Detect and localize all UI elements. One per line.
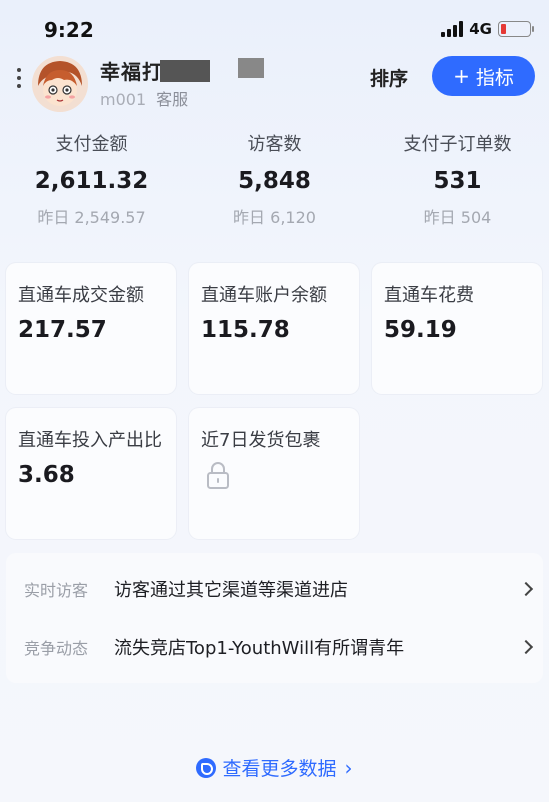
role-label: 客服 xyxy=(156,90,189,109)
card-label: 近7日发货包裹 xyxy=(201,430,321,451)
status-time: 9:22 xyxy=(44,18,94,42)
card-label: 直通车成交金额 xyxy=(18,285,144,306)
stat-value: 5,848 xyxy=(238,168,311,194)
stat-label: 支付金额 xyxy=(55,134,128,155)
stat-sub-orders[interactable]: 支付子订单数 531 昨日 504 xyxy=(366,130,549,240)
stat-label: 访客数 xyxy=(247,134,302,155)
data-icon xyxy=(196,757,217,778)
plus-icon: + xyxy=(453,64,470,88)
card-value: 217.57 xyxy=(18,317,107,343)
metric-card-ztc-gmv[interactable]: 直通车成交金额 217.57 xyxy=(6,263,176,394)
stat-previous: 昨日 6,120 xyxy=(233,208,316,227)
metric-card-ztc-roi[interactable]: 直通车投入产出比 3.68 xyxy=(6,408,176,539)
info-row-realtime-visitors[interactable]: 实时访客 访客通过其它渠道等渠道进店 xyxy=(6,560,543,618)
top-stats: 支付金额 2,611.32 昨日 2,549.57 访客数 5,848 昨日 6… xyxy=(0,130,549,240)
avatar[interactable] xyxy=(32,56,88,112)
redaction-block xyxy=(238,58,264,78)
status-indicators: 4G xyxy=(441,20,534,38)
card-value: 3.68 xyxy=(18,462,75,488)
metric-card-ztc-cost[interactable]: 直通车花费 59.19 xyxy=(372,263,542,394)
redaction-block xyxy=(160,60,210,82)
signal-icon xyxy=(441,21,464,37)
more-options-icon[interactable] xyxy=(15,68,23,88)
add-metric-label: 指标 xyxy=(475,66,514,89)
card-value: 115.78 xyxy=(201,317,290,343)
add-metric-button[interactable]: + 指标 xyxy=(432,56,535,96)
stat-previous: 昨日 2,549.57 xyxy=(37,208,146,227)
chevron-right-icon xyxy=(518,639,534,655)
stat-payment-amount[interactable]: 支付金额 2,611.32 昨日 2,549.57 xyxy=(0,130,183,240)
stat-value: 2,611.32 xyxy=(34,168,149,194)
card-label: 直通车投入产出比 xyxy=(18,430,162,451)
metric-card-ztc-balance[interactable]: 直通车账户余额 115.78 xyxy=(189,263,359,394)
info-text: 访客通过其它渠道等渠道进店 xyxy=(114,580,348,601)
shop-subtitle: m001 客服 xyxy=(100,86,188,110)
account-id: m001 xyxy=(100,90,147,109)
chevron-right-icon xyxy=(518,581,534,597)
info-panel: 实时访客 访客通过其它渠道等渠道进店 竞争动态 流失竞店Top1-YouthWi… xyxy=(6,553,543,683)
metric-card-shipped-packages[interactable]: 近7日发货包裹 xyxy=(189,408,359,539)
more-data-link[interactable]: 查看更多数据 › xyxy=(0,754,549,781)
network-type: 4G xyxy=(469,20,492,38)
stat-visitors[interactable]: 访客数 5,848 昨日 6,120 xyxy=(183,130,366,240)
more-data-label: 查看更多数据 xyxy=(222,758,337,780)
stat-value: 531 xyxy=(433,168,482,194)
stat-label: 支付子订单数 xyxy=(403,134,512,155)
info-text: 流失竞店Top1-YouthWill有所谓青年 xyxy=(114,638,405,659)
card-value: 59.19 xyxy=(384,317,457,343)
status-bar: 9:22 4G xyxy=(0,0,549,58)
info-tag: 竞争动态 xyxy=(24,639,89,658)
card-label: 直通车账户余额 xyxy=(201,285,327,306)
chevron-right-icon: › xyxy=(344,755,353,780)
lock-icon xyxy=(207,462,229,489)
sort-button[interactable]: 排序 xyxy=(370,64,408,91)
battery-icon xyxy=(498,21,534,37)
card-label: 直通车花费 xyxy=(384,285,474,306)
shop-header: 幸福打 m001 客服 排序 + 指标 xyxy=(0,52,549,118)
stat-previous: 昨日 504 xyxy=(423,208,492,227)
shop-name: 幸福打 xyxy=(100,60,163,84)
info-row-competition[interactable]: 竞争动态 流失竞店Top1-YouthWill有所谓青年 xyxy=(6,618,543,676)
info-tag: 实时访客 xyxy=(24,581,89,600)
